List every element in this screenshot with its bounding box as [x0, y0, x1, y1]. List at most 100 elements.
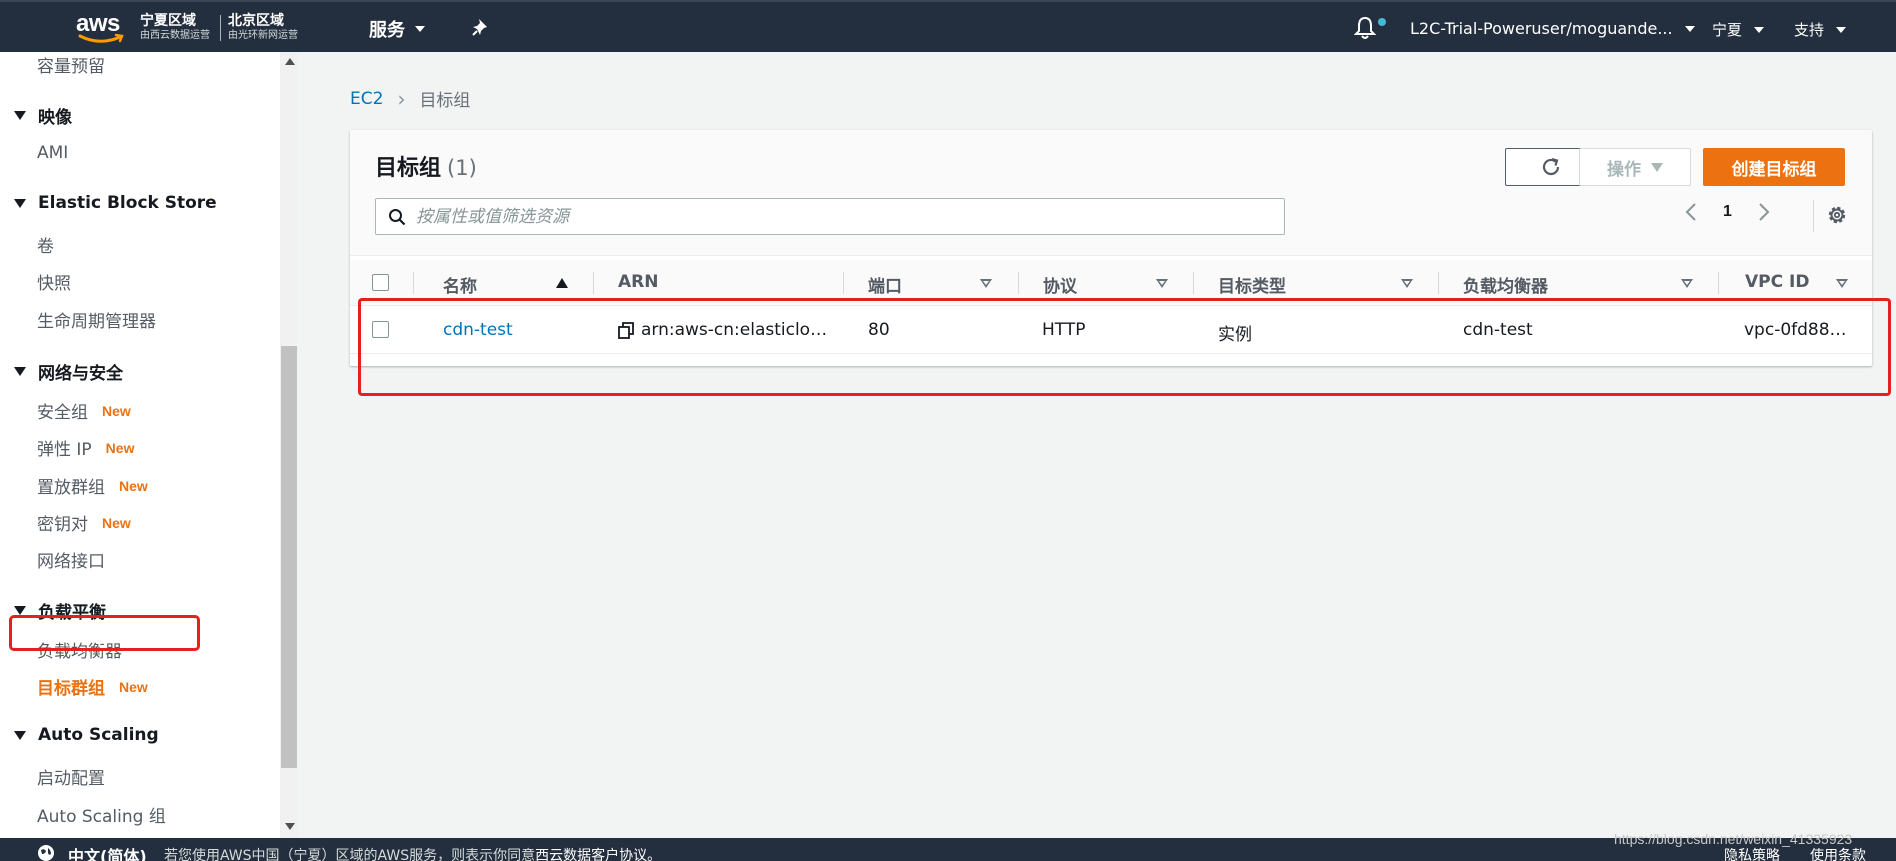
chevron-right-icon[interactable] [1758, 202, 1770, 222]
sidebar-item-elastic-ip[interactable]: 弹性 IP New [37, 435, 134, 461]
customer-agreement-link[interactable]: 西云数据客户协议。 [535, 848, 661, 861]
pin-icon[interactable] [472, 18, 490, 41]
support-label: 支持 [1794, 21, 1825, 39]
sidebar-item-placement-groups[interactable]: 置放群组 New [37, 473, 148, 499]
column-divider [1438, 272, 1439, 294]
column-divider [1018, 272, 1019, 294]
beijing-region-info: 北京区域 由光环新网运营 [228, 13, 298, 43]
panel-header: 目标组 (1) 操作 创建目标组 1 [350, 130, 1872, 256]
create-target-group-button[interactable]: 创建目标组 [1703, 148, 1845, 186]
bell-icon[interactable] [1353, 16, 1377, 45]
sidebar-item-label: 容量预留 [37, 57, 105, 77]
column-divider [593, 272, 594, 294]
region-divider [220, 15, 221, 41]
services-label: 服务 [369, 20, 405, 41]
caret-down-icon [14, 606, 26, 615]
footer-links: 隐私策略 使用条款 [1724, 845, 1866, 861]
sidebar-item-label: 密钥对 [37, 515, 88, 535]
filter-search[interactable] [375, 198, 1285, 235]
chevron-down-icon [1836, 26, 1847, 33]
column-header-protocol[interactable]: 协议 [1043, 272, 1077, 297]
chevron-down-icon [1684, 25, 1695, 32]
caret-down-icon [1651, 162, 1663, 172]
column-header-port[interactable]: 端口 [868, 272, 902, 297]
column-header-arn[interactable]: ARN [618, 272, 658, 292]
column-divider [843, 272, 844, 294]
sidebar-item-label: 置放群组 [37, 478, 105, 498]
account-menu[interactable]: L2C-Trial-Poweruser/moguande... [1410, 19, 1695, 38]
sidebar-section-images[interactable]: 映像 [14, 103, 72, 128]
top-navigation-bar: aws 宁夏区域 由西云数据运营 北京区域 由光环新网运营 服务 L2C-Tri… [0, 0, 1896, 52]
language-selector[interactable]: 中文(简体) [68, 843, 147, 861]
sort-icon[interactable] [980, 279, 992, 288]
caret-down-icon [14, 111, 26, 120]
column-header-name[interactable]: 名称 [443, 272, 477, 297]
sidebar-item-snapshots[interactable]: 快照 [37, 269, 71, 294]
column-header-target-type[interactable]: 目标类型 [1218, 272, 1286, 297]
sidebar-item-launch-configurations[interactable]: 启动配置 [37, 764, 105, 789]
footer-bar: 中文(简体) 若您使用AWS中国（宁夏）区域的AWS服务，则表示你同意西云数据客… [0, 838, 1896, 861]
sort-icon[interactable] [1401, 279, 1413, 288]
sidebar-item-security-groups[interactable]: 安全组 New [37, 398, 131, 424]
page-number[interactable]: 1 [1723, 203, 1732, 221]
sidebar-item-auto-scaling-groups[interactable]: Auto Scaling 组 [37, 802, 166, 827]
sidebar-item-network-interfaces[interactable]: 网络接口 [37, 547, 105, 572]
region-label: 宁夏 [1712, 21, 1743, 39]
search-input[interactable] [416, 206, 1256, 227]
privacy-policy-link[interactable]: 隐私策略 [1724, 845, 1780, 861]
footer-agreement-note: 若您使用AWS中国（宁夏）区域的AWS服务，则表示你同意西云数据客户协议。 [164, 845, 661, 861]
aws-smile-icon [78, 34, 124, 43]
chevron-right-icon: › [397, 86, 406, 111]
sidebar-item-volumes[interactable]: 卷 [37, 232, 54, 257]
sort-icon[interactable] [1836, 279, 1848, 288]
column-header-vpc-id[interactable]: VPC ID [1745, 272, 1809, 292]
services-menu[interactable]: 服务 [369, 16, 425, 42]
sidebar-item-label: 弹性 IP [37, 440, 92, 460]
new-badge: New [102, 402, 131, 419]
chevron-left-icon[interactable] [1685, 202, 1697, 222]
region1-name: 宁夏区域 [140, 13, 196, 29]
column-header-load-balancer[interactable]: 负载均衡器 [1463, 272, 1548, 297]
breadcrumb-ec2-link[interactable]: EC2 [350, 89, 383, 109]
aws-logo-text: aws [76, 10, 120, 37]
sidebar-section-network-security[interactable]: 网络与安全 [14, 359, 123, 384]
caret-down-icon [14, 367, 26, 376]
new-badge: New [119, 678, 148, 695]
caret-down-icon [14, 730, 26, 740]
ningxia-region-info: 宁夏区域 由西云数据运营 [140, 13, 210, 43]
scroll-down-arrow-icon[interactable] [285, 823, 295, 830]
column-divider [413, 272, 414, 294]
aws-logo[interactable]: aws [76, 12, 124, 44]
sidebar-navigation: 容量预留 映像 AMI Elastic Block Store 卷 快照 生命周… [0, 52, 298, 838]
sidebar-item-label: 目标群组 [37, 679, 105, 699]
sidebar-section-ebs[interactable]: Elastic Block Store [14, 193, 217, 213]
sidebar-scrollbar-thumb[interactable] [281, 346, 297, 768]
annotation-highlight-sidebar [9, 615, 200, 651]
actions-button[interactable]: 操作 [1579, 148, 1691, 186]
sidebar-item-capacity-reservations[interactable]: 容量预留 [37, 52, 105, 77]
sidebar-item-label: 快照 [37, 274, 71, 294]
new-badge: New [102, 514, 131, 531]
breadcrumb-current: 目标组 [419, 91, 471, 111]
notification-dot [1378, 18, 1386, 26]
sort-icon[interactable] [1681, 279, 1693, 288]
gear-icon[interactable] [1826, 204, 1848, 231]
select-all-checkbox[interactable] [372, 274, 389, 291]
sidebar-item-target-groups[interactable]: 目标群组 New [37, 674, 148, 700]
account-label: L2C-Trial-Poweruser/moguande... [1410, 19, 1673, 38]
pagination-divider [1813, 200, 1814, 232]
sort-icon[interactable] [1156, 279, 1168, 288]
terms-of-use-link[interactable]: 使用条款 [1810, 845, 1866, 861]
sidebar-item-label: 网络接口 [37, 552, 105, 572]
region-selector[interactable]: 宁夏 [1712, 19, 1765, 40]
globe-icon [38, 845, 54, 861]
sidebar-section-auto-scaling[interactable]: Auto Scaling [14, 725, 159, 745]
scroll-up-arrow-icon[interactable] [285, 58, 295, 65]
sidebar-item-ami[interactable]: AMI [37, 143, 68, 163]
support-menu[interactable]: 支持 [1794, 19, 1847, 40]
sidebar-section-label: Auto Scaling [38, 725, 159, 745]
sidebar-item-lifecycle-manager[interactable]: 生命周期管理器 [37, 307, 156, 332]
panel-title-count: (1) [447, 156, 477, 180]
sidebar-item-key-pairs[interactable]: 密钥对 New [37, 510, 131, 536]
sort-ascending-icon[interactable] [556, 278, 568, 288]
